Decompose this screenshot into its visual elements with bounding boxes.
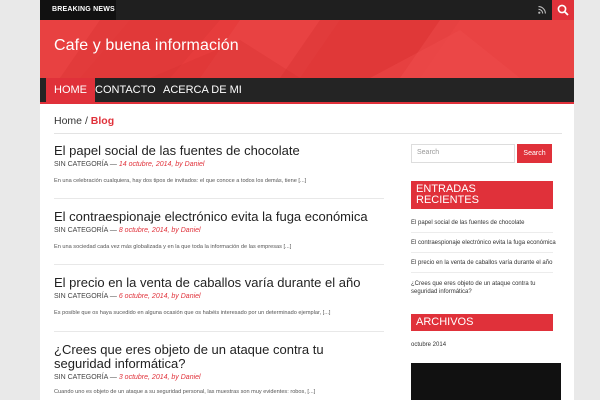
post-meta: SIN CATEGORÍA — 14 octubre, 2014, by Dan… — [54, 161, 386, 168]
page: BREAKING NEWS Cafe y buena información H — [0, 0, 600, 400]
breadcrumb-home[interactable]: Home — [54, 115, 82, 127]
post-item: ¿Crees que eres objeto de un ataque cont… — [54, 343, 386, 396]
meta-by: , by — [171, 161, 183, 168]
recent-post-link[interactable]: El precio en la venta de caballos varía … — [411, 259, 561, 267]
post-author[interactable]: Daniel — [181, 293, 201, 300]
archive-link[interactable]: octubre 2014 — [411, 341, 561, 349]
meta-dash: — — [109, 293, 117, 300]
meta-dash: — — [109, 227, 117, 234]
post-title-line: ¿Crees que eres objeto de un ataque cont… — [54, 342, 324, 357]
widget-title-line: RECIENTES — [416, 194, 479, 206]
post-date: 8 octubre, 2014 — [118, 227, 168, 234]
post-title[interactable]: El precio en la venta de caballos varía … — [54, 276, 386, 290]
recent-post-link-line: ¿Crees que eres objeto de un ataque cont… — [411, 281, 536, 287]
nav-item-acerca[interactable]: ACERCA DE MI — [155, 78, 250, 102]
rss-icon[interactable] — [538, 6, 546, 14]
archives-title: ARCHIVOS — [411, 314, 553, 331]
post-category[interactable]: SIN CATEGORÍA — [54, 293, 108, 300]
meta-dash: — — [109, 161, 117, 168]
post-item: El contraespionaje electrónico evita la … — [54, 210, 386, 251]
sidebar-media-block — [411, 363, 561, 400]
post-item: El precio en la venta de caballos varía … — [54, 276, 386, 317]
post-item: El papel social de las fuentes de chocol… — [54, 144, 386, 185]
main-content: Home / Blog El papel social de las fuent… — [40, 104, 574, 400]
post-title[interactable]: El contraespionaje electrónico evita la … — [54, 210, 386, 224]
site-header: Cafe y buena información — [40, 20, 574, 78]
divider — [54, 133, 562, 134]
post-meta: SIN CATEGORÍA — 8 octubre, 2014, by Dani… — [54, 227, 386, 234]
meta-by: , by — [167, 374, 179, 381]
post-excerpt: En una sociedad cada vez más globalizada… — [54, 244, 292, 250]
breadcrumb: Home / Blog — [54, 115, 114, 127]
post-date: 6 octubre, 2014 — [118, 293, 168, 300]
main-nav: HOME CONTACTO ACERCA DE MI — [40, 78, 574, 104]
post-divider — [54, 331, 384, 332]
search-icon — [557, 4, 569, 16]
breadcrumb-separator: / — [84, 115, 88, 127]
post-author[interactable]: Daniel — [181, 374, 201, 381]
post-excerpt: Es posible que os haya sucedido en algun… — [54, 310, 331, 316]
sidebar-divider — [411, 272, 553, 273]
top-bar: BREAKING NEWS — [40, 0, 574, 20]
breaking-news-label: BREAKING NEWS — [40, 0, 116, 20]
post-excerpt: Cuando uno es objeto de un ataque a su s… — [54, 389, 316, 395]
post-author[interactable]: Daniel — [181, 227, 201, 234]
post-meta: SIN CATEGORÍA — 6 octubre, 2014, by Dani… — [54, 293, 386, 300]
post-meta: SIN CATEGORÍA — 3 octubre, 2014, by Dani… — [54, 374, 386, 381]
sidebar-search-button[interactable]: Search — [517, 144, 552, 163]
post-category[interactable]: SIN CATEGORÍA — [54, 374, 108, 381]
recent-post-link[interactable]: ¿Crees que eres objeto de un ataque cont… — [411, 280, 561, 296]
recent-post-link[interactable]: El contraespionaje electrónico evita la … — [411, 239, 561, 247]
meta-dash: — — [109, 374, 117, 381]
site-title[interactable]: Cafe y buena información — [54, 37, 239, 55]
post-divider — [54, 198, 384, 199]
sidebar-divider — [411, 252, 553, 253]
post-category[interactable]: SIN CATEGORÍA — [54, 161, 108, 168]
post-author[interactable]: Daniel — [185, 161, 205, 168]
post-category[interactable]: SIN CATEGORÍA — [54, 227, 108, 234]
recent-posts-title: ENTRADAS RECIENTES — [411, 181, 553, 209]
recent-post-link[interactable]: El papel social de las fuentes de chocol… — [411, 219, 561, 227]
post-divider — [54, 264, 384, 265]
recent-post-link-line: seguridad informática? — [411, 289, 472, 295]
breadcrumb-current: Blog — [90, 115, 115, 127]
meta-by: , by — [167, 293, 179, 300]
post-title[interactable]: ¿Crees que eres objeto de un ataque cont… — [54, 343, 386, 371]
post-excerpt: En una celebración cualquiera, hay dos t… — [54, 178, 307, 184]
meta-by: , by — [167, 227, 179, 234]
post-date: 3 octubre, 2014 — [118, 374, 168, 381]
post-title[interactable]: El papel social de las fuentes de chocol… — [54, 144, 386, 158]
post-title-line: seguridad informática? — [54, 356, 186, 371]
post-date: 14 octubre, 2014 — [118, 161, 172, 168]
nav-item-contacto[interactable]: CONTACTO — [87, 78, 164, 102]
sidebar-search-input[interactable]: Search — [411, 144, 515, 163]
top-search-button[interactable] — [552, 0, 574, 20]
sidebar-divider — [411, 232, 553, 233]
